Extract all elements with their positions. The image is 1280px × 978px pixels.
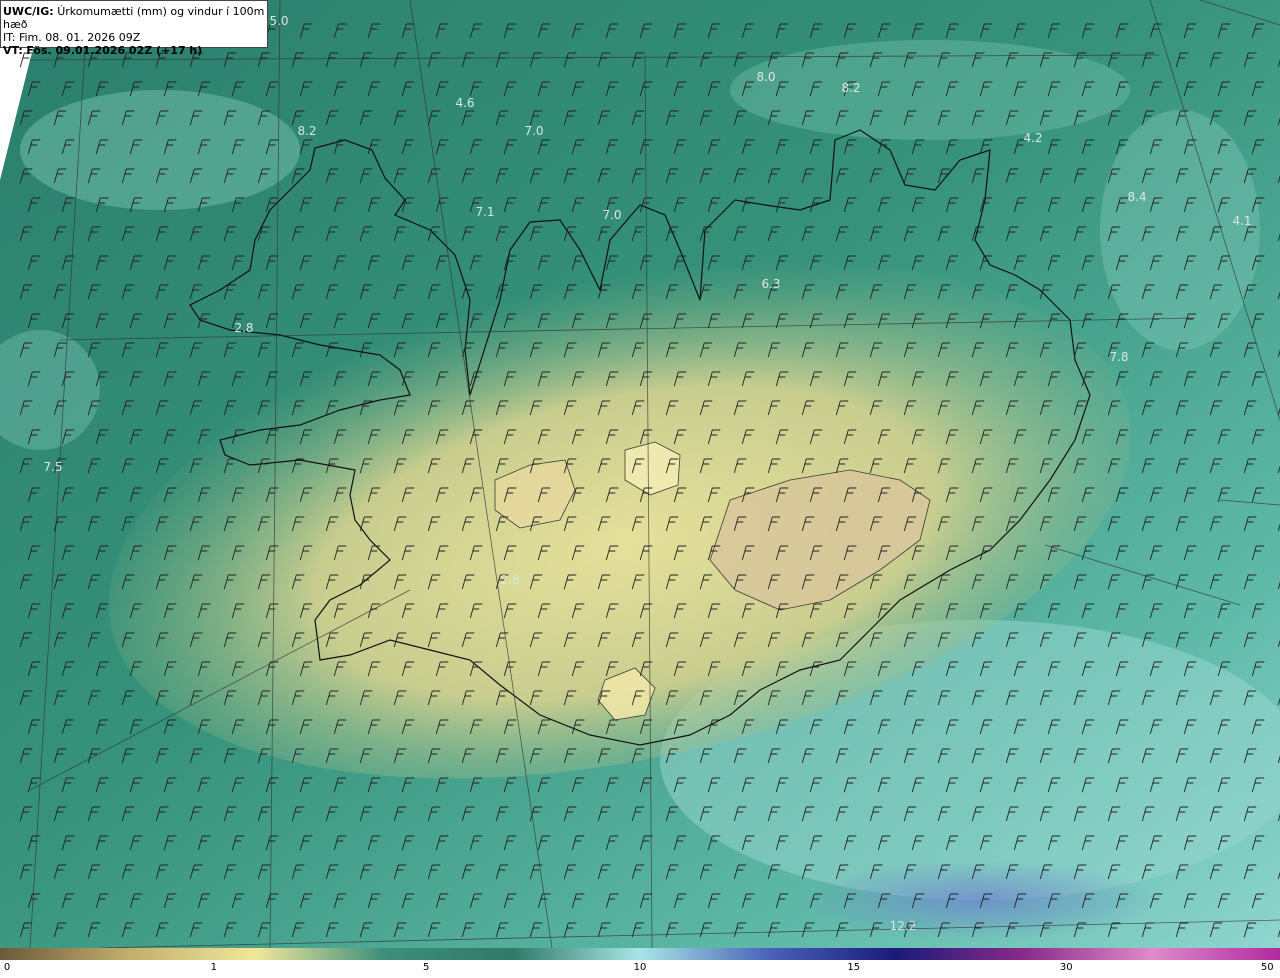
- colorbar-tick-label: 10: [633, 962, 647, 973]
- colorbar-tick-label: 0: [3, 962, 11, 973]
- weather-map[interactable]: 5.0 4.6 8.2 7.0 8.0 8.2 4.2 8.4 4.1 7.1 7.0 6.3 2.8 7…: [0, 0, 1280, 948]
- precip-max-label: 8.0: [756, 70, 775, 84]
- precip-max-label: 7.8: [1109, 350, 1128, 364]
- precip-max-label: 12.2: [890, 919, 917, 933]
- precip-max-label: 7.5: [43, 460, 62, 474]
- colorbar: 0 1 5 10 15 30 50: [0, 948, 1280, 978]
- colorbar-tick-label: 1: [210, 962, 217, 973]
- colorbar-tick-label: 15: [847, 962, 861, 973]
- precip-max-label: 7.1: [475, 205, 494, 219]
- precip-max-label: 4.1: [1232, 214, 1251, 228]
- colorbar-tick-label: 30: [1059, 962, 1073, 973]
- precip-max-label: 4.6: [455, 96, 474, 110]
- sea-swirl: [20, 90, 300, 210]
- precip-max-label: 2.8: [500, 573, 519, 587]
- map-title-box: UWC/IG: Úrkomumætti (mm) og vindur í 100…: [0, 0, 268, 57]
- initial-time: IT: Fim. 08. 01. 2026 09Z: [3, 31, 141, 44]
- colorbar-strip: [0, 948, 1280, 960]
- precip-max-label: 8.2: [841, 81, 860, 95]
- colorbar-tick-label: 50: [1260, 962, 1274, 973]
- valid-time: Fös. 09.01.2026 02Z (+17 h): [26, 44, 203, 57]
- precip-max-label: 6.3: [761, 277, 780, 291]
- valid-time-prefix: VT:: [3, 44, 23, 57]
- colorbar-tick-label: 5: [423, 962, 430, 973]
- precip-max-label: 8.2: [297, 124, 316, 138]
- model-name: UWC/IG:: [3, 5, 54, 18]
- precip-max-label: 7.0: [602, 208, 621, 222]
- precip-max-label: 2.8: [234, 321, 253, 335]
- precip-max-label: 5.0: [269, 14, 288, 28]
- precip-max-label: 4.2: [1023, 131, 1042, 145]
- precip-max-label: 7.0: [524, 124, 543, 138]
- precip-max-label: 8.4: [1127, 190, 1146, 204]
